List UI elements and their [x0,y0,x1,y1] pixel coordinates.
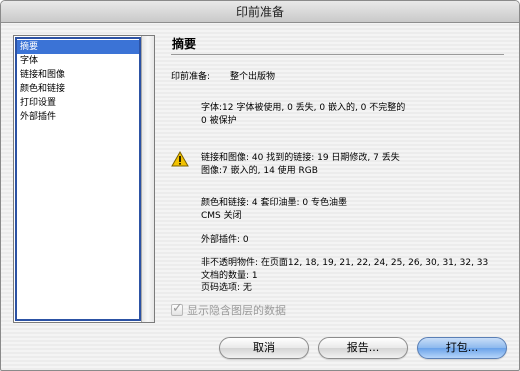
colors-summary-line1: 颜色和链接: 4 套印油墨: 0 专色油墨 [201,198,347,208]
fonts-summary-line1: 字体:12 字体被使用, 0 丢失, 0 嵌入的, 0 不完整的 [201,103,406,113]
sidebar-item-print-settings[interactable]: 打印设置 [17,96,139,110]
sidebar-item-summary[interactable]: 摘要 [17,40,139,54]
show-hidden-layers-label: 显示隐含图层的数据 [187,304,286,317]
colors-summary-line2: CMS 关闭 [201,211,242,221]
links-summary-line1: 链接和图像: 40 找到的链接: 19 日期修改, 7 丢失 [201,153,400,163]
nonopaque-summary: 非不透明物件: 在页面12, 18, 19, 21, 22, 24, 25, 2… [201,258,489,268]
title-divider [171,54,504,55]
sidebar-item-fonts[interactable]: 字体 [17,54,139,68]
sidebar: 摘要 字体 链接和图像 颜色和链接 打印设置 外部插件 [13,35,155,323]
window-title: 印前准备 [1,1,519,23]
links-summary-line2: 图像:7 嵌入的, 14 使用 RGB [201,166,318,176]
checkmark-icon: ✓ [172,301,183,316]
warning-icon [171,151,189,167]
pagenum-summary: 页码选项: 无 [201,283,252,293]
sidebar-item-links-images[interactable]: 链接和图像 [17,68,139,82]
cancel-button[interactable]: 取消 [219,337,309,359]
sidebar-item-plugins[interactable]: 外部插件 [17,110,139,124]
sidebar-item-colors-inks[interactable]: 颜色和链接 [17,82,139,96]
documents-summary: 文档的数量: 1 [201,271,258,281]
publication-value: 整个出版物 [230,72,276,82]
package-button[interactable]: 打包... [417,337,507,359]
sidebar-scrollbar[interactable] [141,36,154,322]
sidebar-list: 摘要 字体 链接和图像 颜色和链接 打印设置 外部插件 [15,37,141,321]
summary-panel: 摘要 印前准备: 整个出版物 字体:12 字体被使用, 0 丢失, 0 嵌入的,… [171,35,509,335]
fonts-summary-line2: 0 被保护 [201,116,237,126]
plugins-summary: 外部插件: 0 [201,235,249,245]
preflight-dialog: 印前准备 摘要 字体 链接和图像 颜色和链接 打印设置 外部插件 摘要 印前准备… [0,0,520,371]
show-hidden-layers-checkbox[interactable]: ✓ [171,301,183,316]
panel-title: 摘要 [172,37,197,51]
publication-label: 印前准备: [171,72,211,82]
show-hidden-layers-option[interactable]: ✓ 显示隐含图层的数据 [171,301,286,317]
report-button[interactable]: 报告... [318,337,408,359]
